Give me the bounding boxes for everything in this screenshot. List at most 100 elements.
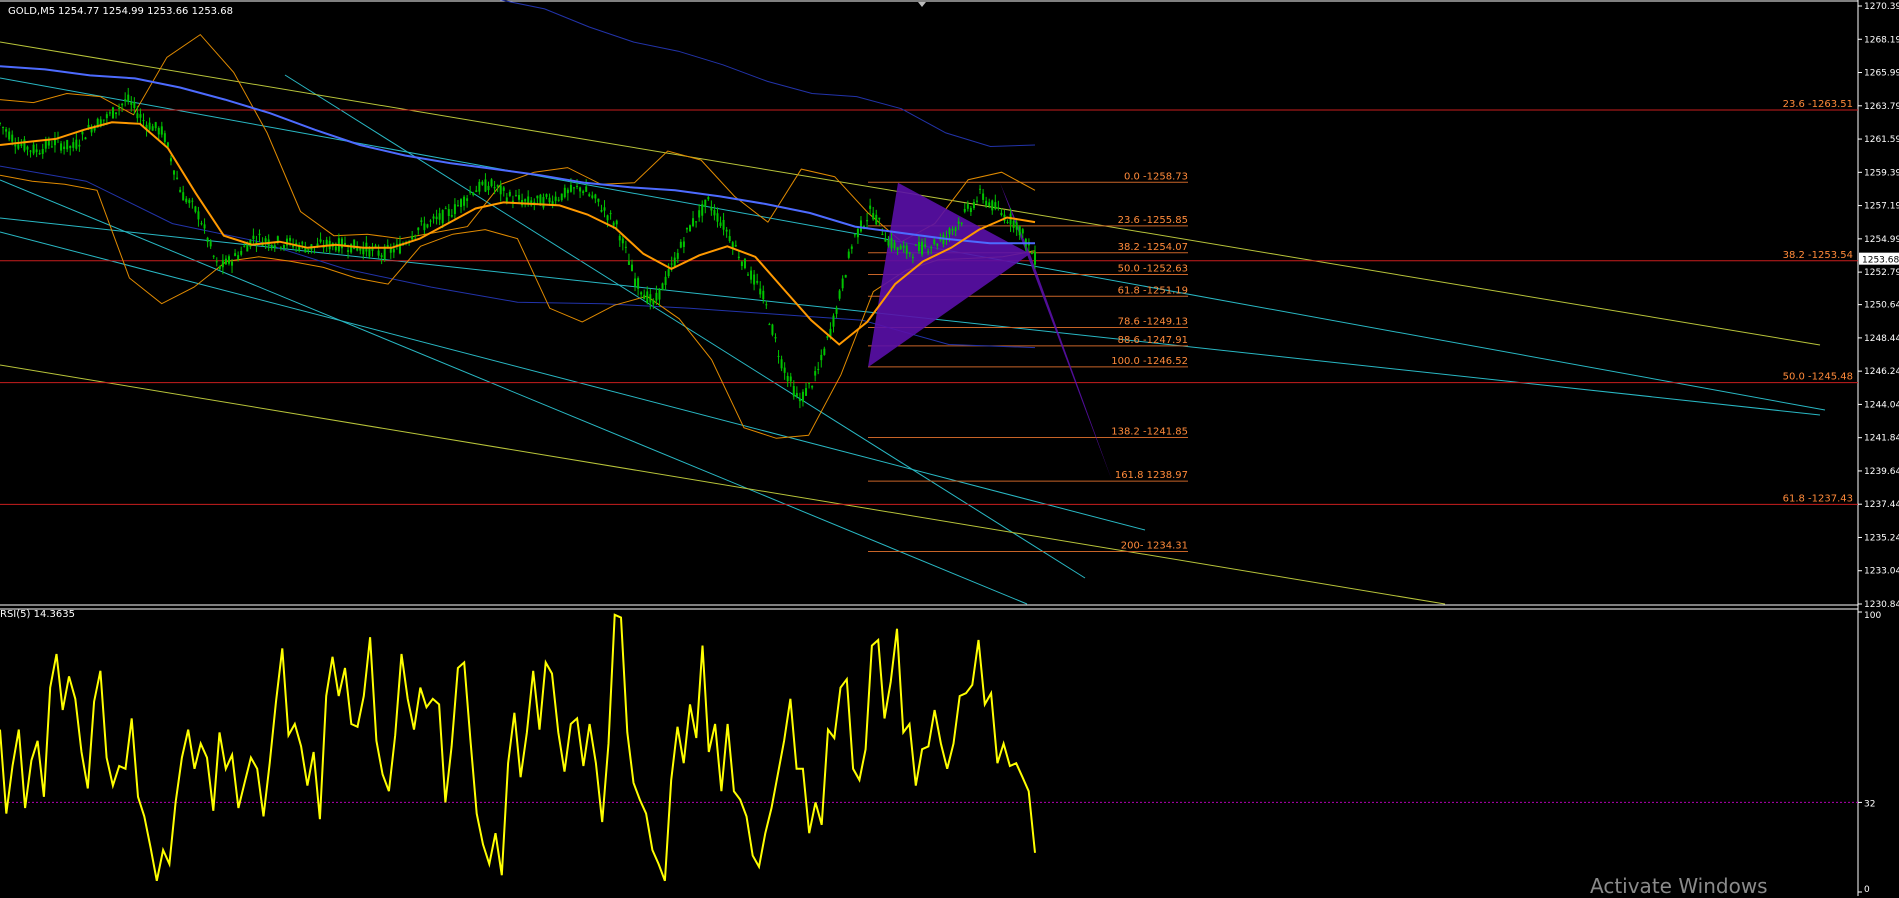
price-tick-label: 1252.79: [1864, 268, 1899, 278]
candle-body: [499, 185, 502, 195]
candle-body: [902, 245, 905, 248]
candle-body: [673, 257, 676, 267]
candle-body: [429, 220, 432, 222]
candle-body: [282, 245, 285, 248]
trading-chart[interactable]: 23.6 -1263.51 38.2 -1253.54 50.0 -1245.48 6…: [0, 0, 1899, 896]
candle-body: [191, 200, 194, 202]
candle-body: [847, 251, 850, 258]
price-tick-label: 1250.64: [1864, 301, 1899, 311]
ohlc-label: 1254.77 1254.99 1253.66 1253.68: [58, 6, 233, 17]
candle-body: [1015, 222, 1018, 230]
candle-body: [84, 137, 87, 140]
candle-body: [704, 199, 707, 207]
price-tick-label: 1254.99: [1864, 235, 1899, 245]
candle-body: [136, 113, 139, 119]
candle-body: [594, 194, 597, 199]
candle-body: [460, 199, 463, 207]
price-tick-label: 1270.39: [1864, 2, 1899, 12]
candle-body: [884, 239, 887, 242]
candle-body: [963, 208, 966, 212]
candle-body: [826, 336, 829, 338]
candle-body: [508, 191, 511, 196]
candle-body: [762, 290, 765, 300]
fib-level-label: 0.0 -1258.73: [1124, 171, 1188, 182]
candle-body: [890, 238, 893, 249]
price-tick-label: 1265.99: [1864, 69, 1899, 79]
horizontal-level-label: 61.8 -1237.43: [1783, 493, 1853, 504]
candle-body: [740, 261, 743, 267]
candle-body: [728, 236, 731, 242]
candle-body: [447, 209, 450, 216]
candle-body: [743, 258, 746, 269]
candle-body: [347, 250, 350, 252]
candle-body: [203, 224, 206, 229]
candle-body: [1006, 222, 1009, 224]
horizontal-level-label: 38.2 -1253.54: [1783, 250, 1853, 261]
candle-body: [612, 222, 615, 226]
price-tick-label: 1268.19: [1864, 35, 1899, 45]
candle-body: [173, 170, 176, 175]
candle-body: [420, 220, 423, 222]
candle-body: [481, 181, 484, 185]
candle-body: [169, 158, 172, 162]
candle-body: [35, 149, 38, 153]
candle-body: [478, 181, 481, 192]
candle-body: [270, 245, 273, 249]
candle-body: [960, 222, 963, 224]
candle-body: [475, 190, 478, 193]
candle-body: [1021, 229, 1024, 234]
candle-body: [450, 215, 453, 217]
candle-body: [878, 217, 881, 220]
candle-body: [197, 211, 200, 220]
candle-body: [719, 222, 722, 226]
candle-body: [536, 195, 539, 199]
candle-body: [66, 139, 69, 150]
candle-body: [50, 146, 53, 148]
candle-body: [130, 102, 133, 105]
candle-body: [185, 198, 188, 203]
candle-body: [908, 252, 911, 254]
price-tick-label: 1263.79: [1864, 102, 1899, 112]
candle-body: [20, 144, 23, 146]
candle-body: [695, 221, 698, 223]
candle-body: [798, 398, 801, 402]
candle-body: [737, 256, 740, 258]
candle-body: [524, 199, 527, 202]
fib-level-label: 38.2 -1254.07: [1118, 242, 1188, 253]
candle-body: [756, 281, 759, 283]
candle-body: [432, 216, 435, 219]
candle-body: [841, 278, 844, 289]
candle-body: [692, 218, 695, 227]
candle-body: [627, 261, 630, 265]
candle-body: [411, 236, 414, 240]
candle-body: [163, 133, 166, 143]
candle-body: [725, 229, 728, 232]
candle-body: [237, 255, 240, 260]
candle-body: [279, 247, 282, 249]
candle-body: [805, 388, 808, 396]
candle-body: [600, 210, 603, 212]
candle-body: [606, 215, 609, 221]
candle-body: [994, 202, 997, 210]
candle-body: [801, 391, 804, 402]
candle-body: [872, 213, 875, 220]
candle-body: [1012, 220, 1015, 228]
candle-body: [1018, 226, 1021, 236]
candle-body: [188, 199, 191, 204]
candle-body: [0, 122, 1, 124]
candle-body: [811, 386, 814, 388]
candle-body: [32, 144, 35, 154]
candle-body: [853, 234, 856, 236]
candle-body: [765, 304, 768, 306]
candle-body: [768, 324, 771, 326]
candle-body: [689, 225, 691, 232]
candle-body: [414, 235, 417, 237]
candle-body: [63, 146, 66, 150]
candle-body: [881, 234, 884, 236]
candle-body: [542, 197, 545, 208]
candle-body: [921, 241, 924, 255]
candle-body: [374, 245, 377, 247]
candle-body: [643, 294, 646, 300]
candle-body: [108, 112, 111, 114]
candle-body: [905, 245, 908, 254]
